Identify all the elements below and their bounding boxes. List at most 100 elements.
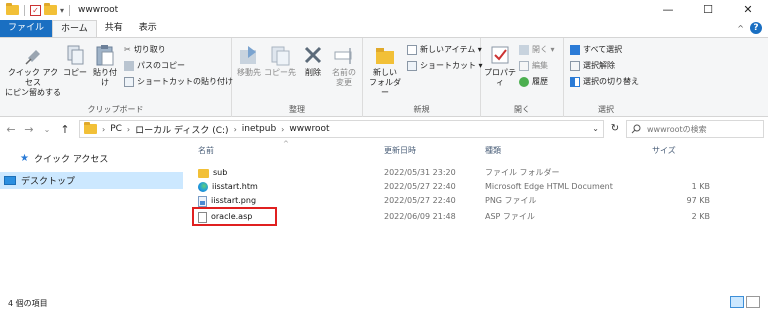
delete-icon [304, 46, 322, 64]
new-item-label: 新しいアイテム ▾ [420, 45, 482, 54]
copy-button[interactable]: コピー [62, 44, 88, 78]
breadcrumb-pc[interactable]: PC [110, 124, 122, 134]
edit-icon [519, 60, 529, 71]
breadcrumb-separator[interactable]: › [281, 125, 284, 134]
file-date: 2022/05/27 22:40 [384, 182, 456, 191]
breadcrumb-inetpub[interactable]: inetpub [242, 124, 276, 134]
properties-button[interactable]: プロパティ [483, 44, 517, 88]
clipboard-group-label: クリップボード [87, 105, 144, 114]
file-type: Microsoft Edge HTML Document [485, 182, 613, 191]
new-folder-button[interactable]: 新しい フォルダー [367, 44, 403, 98]
up-arrow-icon[interactable]: ↑ [58, 123, 72, 136]
delete-button[interactable]: 削除 [300, 44, 326, 78]
open-group-label: 開く [514, 105, 530, 114]
file-size: 97 KB [686, 196, 710, 205]
invert-selection-icon [570, 76, 580, 87]
breadcrumb-local-disk[interactable]: ローカル ディスク (C:) [135, 123, 228, 136]
open-group: プロパティ 開く ▾ 編集 履歴 開く [481, 38, 564, 117]
file-row[interactable]: sub 2022/05/31 23:20 ファイル フォルダー [192, 166, 752, 180]
shortcut-icon [407, 60, 417, 71]
pin-label-1: クイック アクセス [7, 68, 59, 87]
clipboard-group: クイック アクセス にピン留めする コピー 貼り付け ✂ 切り取り パスのコピー… [0, 38, 233, 117]
history-label: 履歴 [532, 77, 548, 86]
properties-icon [491, 46, 509, 64]
file-name-cell: iisstart.png [198, 194, 256, 208]
open-button[interactable]: 開く ▾ [519, 44, 555, 55]
organize-group: 移動先 コピー先 削除 名前の 変更 整理 [232, 38, 363, 117]
column-header-date[interactable]: 更新日時 [384, 142, 416, 160]
maximize-button[interactable]: ☐ [688, 0, 728, 20]
chevron-up-icon[interactable]: ^ [737, 24, 744, 33]
select-none-button[interactable]: 選択解除 [570, 60, 615, 71]
customize-toolbar-icon[interactable]: ▾ [60, 6, 64, 15]
nav-item-quick-access[interactable]: ★ クイック アクセス [0, 150, 183, 167]
minimize-button[interactable]: — [648, 0, 688, 20]
new-item-button[interactable]: 新しいアイテム ▾ [407, 44, 482, 55]
navigation-bar: ← → ⌄ ↑ › PC › ローカル ディスク (C:) › inetpub … [0, 118, 768, 140]
tab-share[interactable]: 共有 [97, 20, 131, 37]
rename-label-1: 名前の [332, 68, 356, 77]
paste-shortcut-button[interactable]: ショートカットの貼り付け [124, 76, 233, 87]
file-type: ASP ファイル [485, 212, 535, 221]
column-header-name[interactable]: 名前 [198, 142, 214, 160]
file-row[interactable]: iisstart.png 2022/05/27 22:40 PNG ファイル 9… [192, 194, 752, 208]
invert-selection-label: 選択の切り替え [583, 77, 639, 86]
file-name: sub [213, 168, 228, 177]
forward-arrow-icon[interactable]: → [22, 123, 36, 136]
file-row[interactable]: iisstart.htm 2022/05/27 22:40 Microsoft … [192, 180, 752, 194]
organize-group-label: 整理 [289, 105, 305, 114]
tab-home[interactable]: ホーム [52, 20, 97, 37]
properties-quick-icon[interactable]: ✓ [30, 4, 41, 16]
copy-path-button[interactable]: パスのコピー [124, 60, 185, 71]
tab-view[interactable]: 表示 [131, 20, 165, 37]
breadcrumb-separator[interactable]: › [234, 125, 237, 134]
search-input[interactable] [647, 124, 757, 134]
breadcrumb-separator[interactable]: › [127, 125, 130, 134]
file-size: 1 KB [691, 182, 710, 191]
refresh-icon[interactable]: ↻ [606, 120, 624, 138]
folder-icon [84, 122, 97, 134]
details-view-icon[interactable] [730, 296, 744, 308]
edit-button[interactable]: 編集 [519, 60, 548, 71]
breadcrumb-separator[interactable]: › [102, 125, 105, 134]
file-size: 2 KB [691, 212, 710, 221]
history-button[interactable]: 履歴 [519, 76, 548, 87]
status-bar: 4 個の項目 [0, 292, 768, 314]
nav-item-desktop[interactable]: デスクトップ [0, 172, 183, 189]
new-group-label: 新規 [413, 105, 430, 114]
address-bar[interactable]: › PC › ローカル ディスク (C:) › inetpub › wwwroo… [79, 120, 604, 138]
move-to-label: 移動先 [237, 68, 261, 77]
cut-button[interactable]: ✂ 切り取り [124, 44, 166, 55]
edge-icon [198, 182, 208, 192]
select-all-label: すべて選択 [583, 45, 623, 54]
file-name: iisstart.png [211, 196, 257, 205]
tab-file[interactable]: ファイル [0, 20, 53, 37]
breadcrumb-wwwroot[interactable]: wwwroot [289, 124, 329, 134]
search-box[interactable] [626, 120, 764, 138]
copy-to-button[interactable]: コピー先 [264, 44, 296, 78]
new-folder-quick-icon[interactable] [44, 3, 57, 15]
recent-locations-icon[interactable]: ⌄ [40, 125, 54, 134]
delete-label: 削除 [305, 68, 321, 77]
highlight-box [192, 207, 277, 226]
file-name-cell: iisstart.htm [198, 180, 258, 194]
nav-item-label: クイック アクセス [33, 155, 109, 165]
large-icons-view-icon[interactable] [746, 296, 760, 308]
invert-selection-button[interactable]: 選択の切り替え [570, 76, 639, 87]
close-button[interactable]: ✕ [728, 0, 768, 20]
file-date: 2022/06/09 21:48 [384, 212, 456, 221]
pin-quick-access-button[interactable]: クイック アクセス にピン留めする [4, 44, 62, 98]
select-none-label: 選択解除 [583, 61, 615, 70]
select-all-button[interactable]: すべて選択 [570, 44, 622, 55]
edit-label: 編集 [532, 61, 548, 70]
folder-icon [198, 168, 209, 178]
paste-button[interactable]: 貼り付け [90, 44, 120, 88]
move-to-button[interactable]: 移動先 [234, 44, 264, 78]
easy-access-button[interactable]: ショートカット ▾ [407, 60, 483, 71]
column-header-size[interactable]: サイズ [652, 142, 676, 160]
rename-button[interactable]: 名前の 変更 [328, 44, 360, 88]
back-arrow-icon[interactable]: ← [4, 123, 18, 136]
help-icon[interactable]: ? [750, 22, 762, 34]
chevron-down-icon[interactable]: ⌄ [592, 124, 599, 133]
column-header-type[interactable]: 種類 [485, 142, 501, 160]
